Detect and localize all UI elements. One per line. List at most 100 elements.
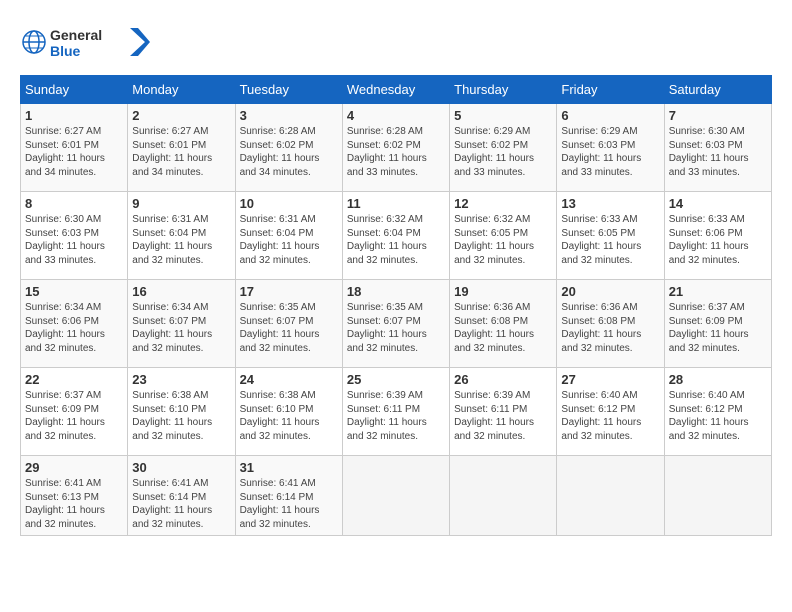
day-number: 1: [25, 108, 123, 123]
day-number: 24: [240, 372, 338, 387]
day-number: 26: [454, 372, 552, 387]
day-info: Sunrise: 6:31 AM Sunset: 6:04 PM Dayligh…: [240, 213, 338, 267]
calendar-cell: 28 Sunrise: 6:40 AM Sunset: 6:12 PM Dayl…: [664, 368, 771, 456]
day-info: Sunrise: 6:41 AM Sunset: 6:14 PM Dayligh…: [132, 477, 230, 531]
calendar-cell: 26 Sunrise: 6:39 AM Sunset: 6:11 PM Dayl…: [450, 368, 557, 456]
calendar-cell: 29 Sunrise: 6:41 AM Sunset: 6:13 PM Dayl…: [21, 456, 128, 536]
day-number: 17: [240, 284, 338, 299]
day-number: 12: [454, 196, 552, 211]
calendar-cell: 31 Sunrise: 6:41 AM Sunset: 6:14 PM Dayl…: [235, 456, 342, 536]
day-number: 20: [561, 284, 659, 299]
calendar-cell: 8 Sunrise: 6:30 AM Sunset: 6:03 PM Dayli…: [21, 192, 128, 280]
svg-text:General: General: [50, 27, 102, 43]
day-number: 3: [240, 108, 338, 123]
calendar-cell: 10 Sunrise: 6:31 AM Sunset: 6:04 PM Dayl…: [235, 192, 342, 280]
calendar-cell: 12 Sunrise: 6:32 AM Sunset: 6:05 PM Dayl…: [450, 192, 557, 280]
calendar-cell: [450, 456, 557, 536]
calendar-cell: 15 Sunrise: 6:34 AM Sunset: 6:06 PM Dayl…: [21, 280, 128, 368]
calendar-week-row: 22 Sunrise: 6:37 AM Sunset: 6:09 PM Dayl…: [21, 368, 772, 456]
calendar-cell: 16 Sunrise: 6:34 AM Sunset: 6:07 PM Dayl…: [128, 280, 235, 368]
day-info: Sunrise: 6:40 AM Sunset: 6:12 PM Dayligh…: [669, 389, 767, 443]
day-number: 14: [669, 196, 767, 211]
day-number: 2: [132, 108, 230, 123]
day-info: Sunrise: 6:27 AM Sunset: 6:01 PM Dayligh…: [132, 125, 230, 179]
day-info: Sunrise: 6:40 AM Sunset: 6:12 PM Dayligh…: [561, 389, 659, 443]
day-info: Sunrise: 6:34 AM Sunset: 6:07 PM Dayligh…: [132, 301, 230, 355]
weekday-header-friday: Friday: [557, 76, 664, 104]
day-info: Sunrise: 6:37 AM Sunset: 6:09 PM Dayligh…: [25, 389, 123, 443]
logo-svg: General Blue: [20, 20, 150, 65]
day-info: Sunrise: 6:28 AM Sunset: 6:02 PM Dayligh…: [240, 125, 338, 179]
day-info: Sunrise: 6:30 AM Sunset: 6:03 PM Dayligh…: [669, 125, 767, 179]
day-info: Sunrise: 6:32 AM Sunset: 6:04 PM Dayligh…: [347, 213, 445, 267]
weekday-header-row: SundayMondayTuesdayWednesdayThursdayFrid…: [21, 76, 772, 104]
day-info: Sunrise: 6:29 AM Sunset: 6:03 PM Dayligh…: [561, 125, 659, 179]
day-info: Sunrise: 6:38 AM Sunset: 6:10 PM Dayligh…: [132, 389, 230, 443]
calendar-cell: 18 Sunrise: 6:35 AM Sunset: 6:07 PM Dayl…: [342, 280, 449, 368]
calendar-cell: 24 Sunrise: 6:38 AM Sunset: 6:10 PM Dayl…: [235, 368, 342, 456]
day-info: Sunrise: 6:33 AM Sunset: 6:05 PM Dayligh…: [561, 213, 659, 267]
day-info: Sunrise: 6:39 AM Sunset: 6:11 PM Dayligh…: [454, 389, 552, 443]
day-number: 11: [347, 196, 445, 211]
weekday-header-thursday: Thursday: [450, 76, 557, 104]
day-info: Sunrise: 6:29 AM Sunset: 6:02 PM Dayligh…: [454, 125, 552, 179]
day-number: 27: [561, 372, 659, 387]
day-number: 13: [561, 196, 659, 211]
day-info: Sunrise: 6:35 AM Sunset: 6:07 PM Dayligh…: [347, 301, 445, 355]
calendar-cell: 13 Sunrise: 6:33 AM Sunset: 6:05 PM Dayl…: [557, 192, 664, 280]
calendar-cell: 7 Sunrise: 6:30 AM Sunset: 6:03 PM Dayli…: [664, 104, 771, 192]
day-info: Sunrise: 6:31 AM Sunset: 6:04 PM Dayligh…: [132, 213, 230, 267]
day-number: 6: [561, 108, 659, 123]
day-number: 16: [132, 284, 230, 299]
day-info: Sunrise: 6:28 AM Sunset: 6:02 PM Dayligh…: [347, 125, 445, 179]
svg-text:Blue: Blue: [50, 43, 81, 59]
calendar-cell: 6 Sunrise: 6:29 AM Sunset: 6:03 PM Dayli…: [557, 104, 664, 192]
calendar-cell: 19 Sunrise: 6:36 AM Sunset: 6:08 PM Dayl…: [450, 280, 557, 368]
day-info: Sunrise: 6:41 AM Sunset: 6:14 PM Dayligh…: [240, 477, 338, 531]
calendar-cell: 21 Sunrise: 6:37 AM Sunset: 6:09 PM Dayl…: [664, 280, 771, 368]
day-number: 25: [347, 372, 445, 387]
calendar-cell: 22 Sunrise: 6:37 AM Sunset: 6:09 PM Dayl…: [21, 368, 128, 456]
day-info: Sunrise: 6:39 AM Sunset: 6:11 PM Dayligh…: [347, 389, 445, 443]
day-number: 28: [669, 372, 767, 387]
day-info: Sunrise: 6:41 AM Sunset: 6:13 PM Dayligh…: [25, 477, 123, 531]
calendar-cell: [557, 456, 664, 536]
day-number: 22: [25, 372, 123, 387]
day-info: Sunrise: 6:30 AM Sunset: 6:03 PM Dayligh…: [25, 213, 123, 267]
day-info: Sunrise: 6:33 AM Sunset: 6:06 PM Dayligh…: [669, 213, 767, 267]
calendar-cell: 11 Sunrise: 6:32 AM Sunset: 6:04 PM Dayl…: [342, 192, 449, 280]
page-header: General Blue: [20, 20, 772, 65]
calendar-cell: 2 Sunrise: 6:27 AM Sunset: 6:01 PM Dayli…: [128, 104, 235, 192]
day-info: Sunrise: 6:38 AM Sunset: 6:10 PM Dayligh…: [240, 389, 338, 443]
calendar-cell: 27 Sunrise: 6:40 AM Sunset: 6:12 PM Dayl…: [557, 368, 664, 456]
day-info: Sunrise: 6:35 AM Sunset: 6:07 PM Dayligh…: [240, 301, 338, 355]
calendar-week-row: 1 Sunrise: 6:27 AM Sunset: 6:01 PM Dayli…: [21, 104, 772, 192]
day-info: Sunrise: 6:36 AM Sunset: 6:08 PM Dayligh…: [561, 301, 659, 355]
weekday-header-tuesday: Tuesday: [235, 76, 342, 104]
day-number: 21: [669, 284, 767, 299]
calendar-week-row: 15 Sunrise: 6:34 AM Sunset: 6:06 PM Dayl…: [21, 280, 772, 368]
calendar-cell: [664, 456, 771, 536]
calendar-cell: 30 Sunrise: 6:41 AM Sunset: 6:14 PM Dayl…: [128, 456, 235, 536]
calendar-cell: 17 Sunrise: 6:35 AM Sunset: 6:07 PM Dayl…: [235, 280, 342, 368]
calendar-cell: 20 Sunrise: 6:36 AM Sunset: 6:08 PM Dayl…: [557, 280, 664, 368]
calendar-week-row: 29 Sunrise: 6:41 AM Sunset: 6:13 PM Dayl…: [21, 456, 772, 536]
day-info: Sunrise: 6:34 AM Sunset: 6:06 PM Dayligh…: [25, 301, 123, 355]
weekday-header-sunday: Sunday: [21, 76, 128, 104]
calendar-cell: 1 Sunrise: 6:27 AM Sunset: 6:01 PM Dayli…: [21, 104, 128, 192]
day-number: 8: [25, 196, 123, 211]
logo: General Blue: [20, 20, 150, 65]
day-info: Sunrise: 6:37 AM Sunset: 6:09 PM Dayligh…: [669, 301, 767, 355]
weekday-header-monday: Monday: [128, 76, 235, 104]
day-number: 9: [132, 196, 230, 211]
day-info: Sunrise: 6:36 AM Sunset: 6:08 PM Dayligh…: [454, 301, 552, 355]
calendar-cell: 4 Sunrise: 6:28 AM Sunset: 6:02 PM Dayli…: [342, 104, 449, 192]
calendar-cell: 5 Sunrise: 6:29 AM Sunset: 6:02 PM Dayli…: [450, 104, 557, 192]
day-number: 5: [454, 108, 552, 123]
calendar-week-row: 8 Sunrise: 6:30 AM Sunset: 6:03 PM Dayli…: [21, 192, 772, 280]
day-number: 10: [240, 196, 338, 211]
calendar-cell: [342, 456, 449, 536]
weekday-header-saturday: Saturday: [664, 76, 771, 104]
day-info: Sunrise: 6:27 AM Sunset: 6:01 PM Dayligh…: [25, 125, 123, 179]
calendar-cell: 25 Sunrise: 6:39 AM Sunset: 6:11 PM Dayl…: [342, 368, 449, 456]
